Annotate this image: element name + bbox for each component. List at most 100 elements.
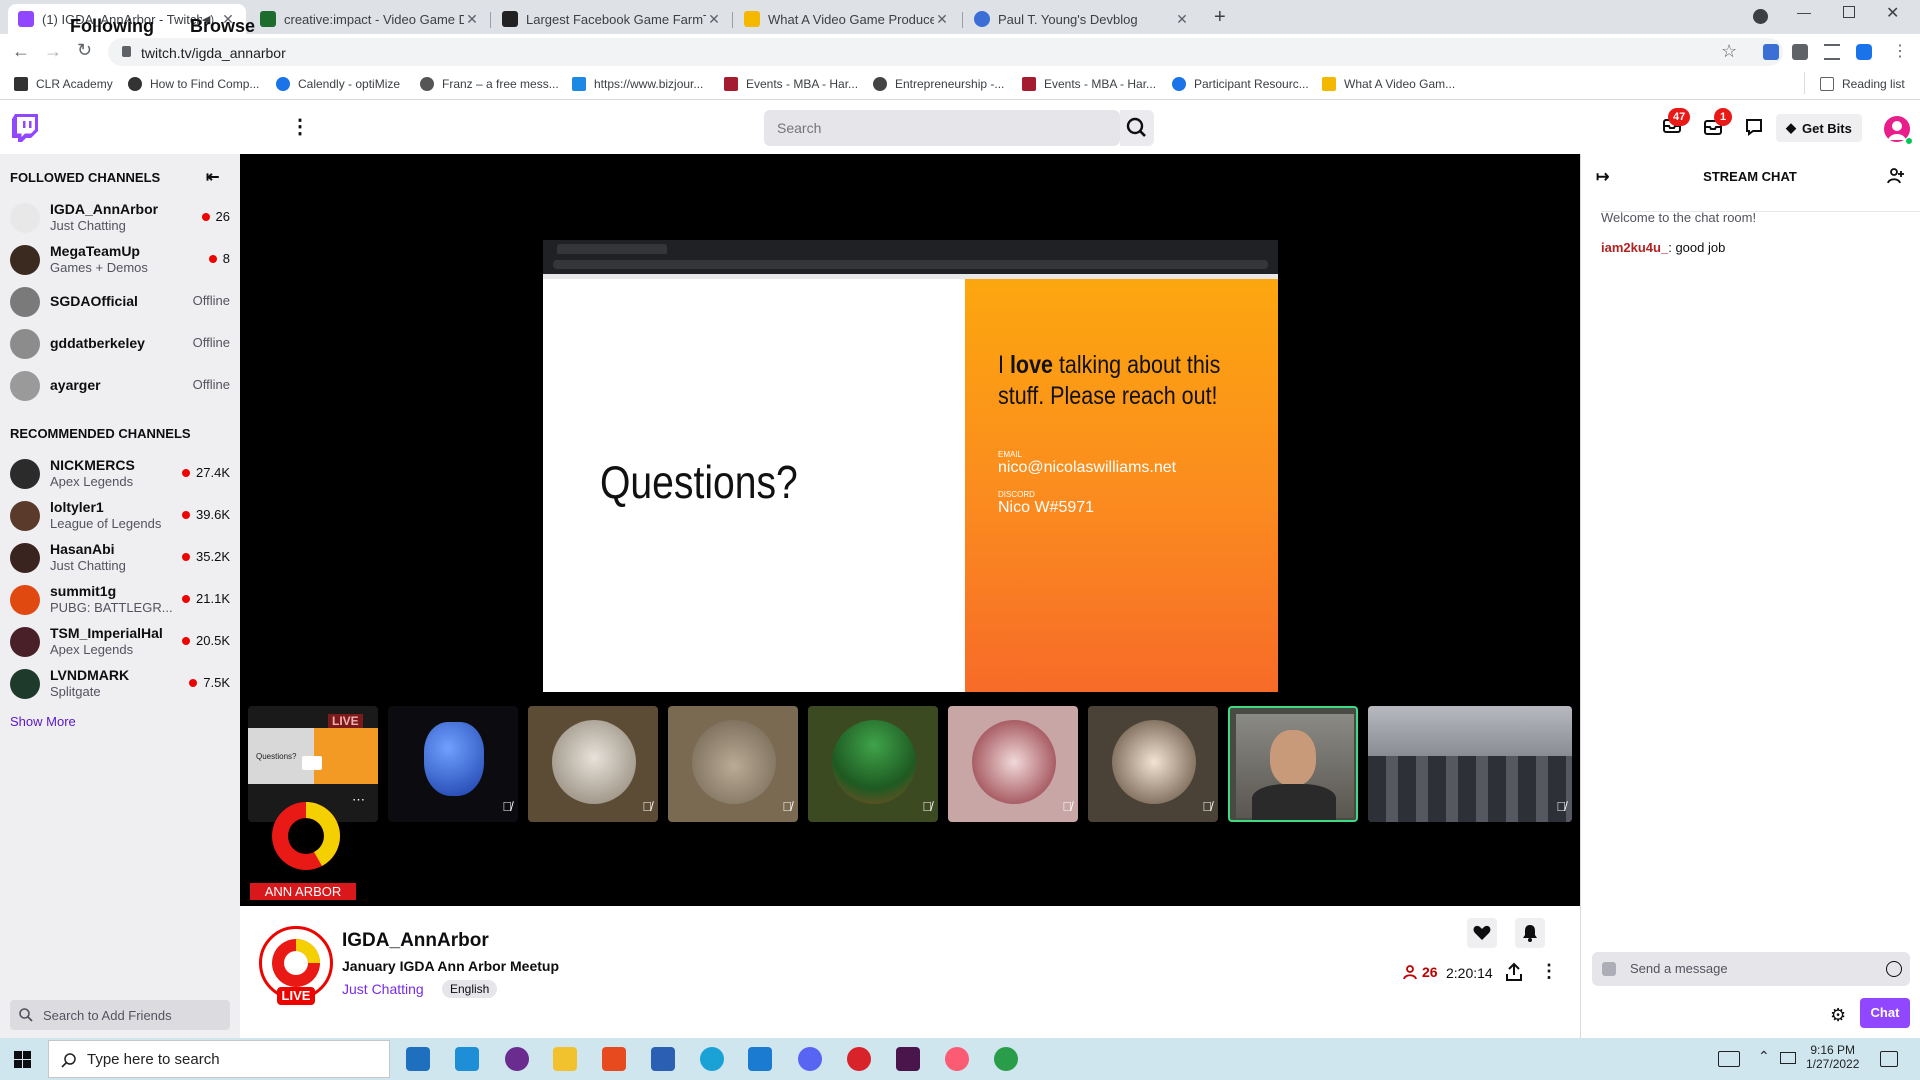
- network-icon[interactable]: [1780, 1052, 1796, 1064]
- community-users-icon[interactable]: [1887, 167, 1905, 185]
- search-input[interactable]: [764, 110, 1120, 146]
- chrome-browser-icon[interactable]: [994, 1047, 1018, 1071]
- search-button[interactable]: [1120, 110, 1154, 146]
- edge-browser-icon[interactable]: [700, 1047, 724, 1071]
- vscode-app-icon[interactable]: [748, 1047, 772, 1071]
- category-link[interactable]: Just Chatting: [342, 981, 424, 997]
- room-camera-tile[interactable]: 🎙̸: [1368, 706, 1572, 822]
- browser-menu-icon[interactable]: ⋮: [1892, 41, 1908, 61]
- bookmark-item[interactable]: CLR Academy: [14, 77, 113, 91]
- tab-farmtown[interactable]: Largest Facebook Game FarmTov ✕: [492, 4, 732, 34]
- clock[interactable]: 9:16 PM 1/27/2022: [1806, 1043, 1859, 1071]
- mail-app-icon[interactable]: [455, 1047, 479, 1071]
- channel-name[interactable]: IGDA_AnnArbor: [342, 930, 489, 952]
- red-app-icon[interactable]: [847, 1047, 871, 1071]
- reading-list-button[interactable]: Reading list: [1820, 77, 1905, 91]
- channel-item[interactable]: MegaTeamUp Games + Demos 8: [0, 239, 240, 281]
- more-options-icon[interactable]: ⋮: [1540, 961, 1558, 982]
- slack-app-icon[interactable]: [896, 1047, 920, 1071]
- participant-tile[interactable]: 🎙̸: [388, 706, 518, 822]
- close-window-icon[interactable]: ✕: [1886, 3, 1899, 23]
- collapse-sidebar-icon[interactable]: ⇤: [206, 167, 219, 187]
- chat-settings-icon[interactable]: ⚙: [1830, 1005, 1846, 1026]
- channel-item[interactable]: ayarger Offline: [0, 365, 240, 407]
- nav-more-icon[interactable]: ⋮: [290, 114, 310, 139]
- tab-video-game-producer[interactable]: What A Video Game Producer Ac ✕: [734, 4, 960, 34]
- bookmark-item[interactable]: Participant Resourc...: [1172, 77, 1309, 91]
- participant-tile[interactable]: 🎙̸: [1088, 706, 1218, 822]
- show-more-link[interactable]: Show More: [10, 714, 76, 729]
- channel-item[interactable]: loltyler1 League of Legends 39.6K: [0, 495, 240, 537]
- restore-icon[interactable]: [1843, 6, 1855, 18]
- channel-item[interactable]: NICKMERCS Apex Legends 27.4K: [0, 453, 240, 495]
- media-queue-icon[interactable]: [1824, 44, 1840, 60]
- bookmark-item[interactable]: Calendly - optiMize: [276, 77, 400, 91]
- tab-search-icon[interactable]: [1753, 9, 1768, 24]
- language-tag[interactable]: English: [442, 980, 498, 998]
- lock-icon[interactable]: [122, 46, 131, 57]
- participant-tile[interactable]: 🎙̸: [528, 706, 658, 822]
- new-tab-icon[interactable]: +: [1214, 6, 1226, 29]
- follow-button[interactable]: [1467, 918, 1497, 948]
- word-app-icon[interactable]: [651, 1047, 675, 1071]
- bookmark-star-icon[interactable]: ☆: [1721, 41, 1737, 62]
- participant-tile[interactable]: 🎙̸: [808, 706, 938, 822]
- itunes-app-icon[interactable]: [945, 1047, 969, 1071]
- bookmark-item[interactable]: Events - MBA - Har...: [724, 77, 858, 91]
- share-icon[interactable]: [1505, 962, 1523, 982]
- participant-tile[interactable]: 🎙̸: [668, 706, 798, 822]
- tab-creative-impact[interactable]: creative:impact - Video Game De ✕: [250, 4, 490, 34]
- tray-chevron-icon[interactable]: ⌃: [1758, 1048, 1770, 1065]
- bookmark-item[interactable]: Events - MBA - Har...: [1022, 77, 1156, 91]
- channel-item[interactable]: SGDAOfficial Offline: [0, 281, 240, 323]
- nav-following-link[interactable]: Following: [70, 16, 154, 37]
- chat-username[interactable]: iam2ku4u_: [1601, 240, 1668, 255]
- tile-more-icon[interactable]: ⋯: [352, 792, 365, 808]
- shield-extension-icon[interactable]: [1856, 44, 1872, 60]
- tab-devblog[interactable]: Paul T. Young's Devblog ✕: [964, 4, 1200, 34]
- channel-item[interactable]: summit1g PUBG: BATTLEGR... 21.1K: [0, 579, 240, 621]
- channel-item[interactable]: IGDA_AnnArbor Just Chatting 26: [0, 197, 240, 239]
- channel-item[interactable]: gddatberkeley Offline: [0, 323, 240, 365]
- back-icon[interactable]: ←: [12, 41, 30, 62]
- bookmark-item[interactable]: What A Video Gam...: [1322, 77, 1455, 91]
- get-bits-button[interactable]: ◆ Get Bits: [1776, 114, 1862, 142]
- reload-icon[interactable]: ↻: [77, 40, 92, 61]
- twitch-logo-icon[interactable]: [12, 114, 38, 142]
- store-app-icon[interactable]: [406, 1047, 430, 1071]
- channel-item[interactable]: TSM_ImperialHal Apex Legends 20.5K: [0, 621, 240, 663]
- notification-bell-button[interactable]: [1515, 918, 1545, 948]
- nav-browse-link[interactable]: Browse: [190, 16, 255, 37]
- minimize-icon[interactable]: —: [1797, 4, 1811, 20]
- office-app-icon[interactable]: [602, 1047, 626, 1071]
- close-tab-icon[interactable]: ✕: [464, 11, 480, 28]
- channel-item[interactable]: HasanAbi Just Chatting 35.2K: [0, 537, 240, 579]
- url-text[interactable]: twitch.tv/igda_annarbor: [141, 45, 286, 61]
- chat-input-field[interactable]: Send a message: [1592, 952, 1910, 986]
- participant-tile[interactable]: 🎙̸: [948, 706, 1078, 822]
- bookmark-item[interactable]: Franz – a free mess...: [420, 77, 559, 91]
- action-center-icon[interactable]: [1880, 1051, 1898, 1067]
- channel-item[interactable]: LVNDMARK Splitgate 7.5K: [0, 663, 240, 705]
- bits-icon[interactable]: [1602, 962, 1616, 976]
- emote-picker-icon[interactable]: [1886, 961, 1902, 977]
- close-tab-icon[interactable]: ✕: [1174, 11, 1190, 28]
- taskbar-search-field[interactable]: Type here to search: [48, 1040, 390, 1078]
- active-speaker-tile[interactable]: [1228, 706, 1358, 822]
- purple-app-icon[interactable]: [505, 1047, 529, 1071]
- file-explorer-icon[interactable]: [553, 1047, 577, 1071]
- friends-search-field[interactable]: Search to Add Friends: [10, 1000, 230, 1030]
- windows-start-icon[interactable]: [14, 1051, 31, 1068]
- bookmark-item[interactable]: How to Find Comp...: [128, 77, 259, 91]
- close-tab-icon[interactable]: ✕: [706, 11, 722, 28]
- address-bar[interactable]: [108, 38, 1783, 66]
- extensions-puzzle-icon[interactable]: [1792, 44, 1808, 60]
- extension-translate-icon[interactable]: [1763, 44, 1779, 60]
- chat-send-button[interactable]: Chat: [1860, 998, 1910, 1028]
- keyboard-icon[interactable]: [1718, 1051, 1740, 1067]
- whispers-icon[interactable]: [1744, 118, 1764, 136]
- bookmark-item[interactable]: https://www.bizjour...: [572, 77, 703, 91]
- forward-icon[interactable]: →: [44, 41, 62, 62]
- close-tab-icon[interactable]: ✕: [934, 11, 950, 28]
- bookmark-item[interactable]: Entrepreneurship -...: [873, 77, 1004, 91]
